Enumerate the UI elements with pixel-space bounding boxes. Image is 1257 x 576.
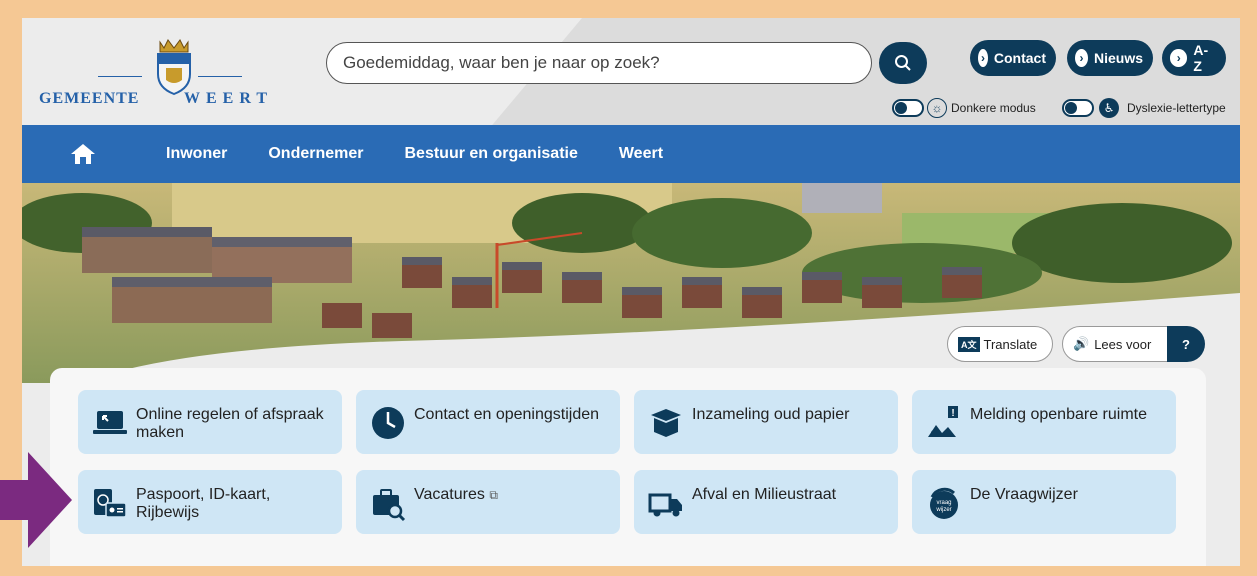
tile-label: Melding openbare ruimte xyxy=(970,406,1147,423)
tile-label: Online regelen of afspraak maken xyxy=(136,406,324,441)
translate-icon: A文 xyxy=(958,336,980,352)
logo-text-weert: WEERT xyxy=(184,90,274,107)
chevron-right-icon: › xyxy=(978,49,988,67)
tile-label: Afval en Milieustraat xyxy=(692,486,837,503)
nav-item-ondernemer[interactable]: Ondernemer xyxy=(268,145,363,163)
nav-item-bestuur[interactable]: Bestuur en organisatie xyxy=(404,145,577,163)
tile-melding[interactable]: ! Melding openbare ruimte xyxy=(912,390,1176,454)
a-z-label: A-Z xyxy=(1193,42,1209,74)
dyslexia-label: Dyslexie-lettertype xyxy=(1127,101,1226,115)
dark-mode-toggle[interactable] xyxy=(892,99,924,117)
coat-of-arms-icon xyxy=(157,39,191,96)
search-input[interactable]: Goedemiddag, waar ben je naar op zoek? xyxy=(326,42,872,84)
a-z-button[interactable]: › A-Z xyxy=(1162,40,1226,76)
home-icon[interactable] xyxy=(70,142,96,166)
svg-text:vraag: vraag xyxy=(936,500,951,506)
tile-paspoort[interactable]: Paspoort, ID-kaart, Rijbewijs xyxy=(78,470,342,534)
svg-text:!: ! xyxy=(951,408,954,419)
nav-item-weert[interactable]: Weert xyxy=(619,145,663,163)
main-navigation: Inwoner Ondernemer Bestuur en organisati… xyxy=(22,125,1240,183)
news-button[interactable]: › Nieuws xyxy=(1067,40,1153,76)
tile-label: Paspoort, ID-kaart, Rijbewijs xyxy=(136,486,271,521)
dark-mode-label: Donkere modus xyxy=(951,101,1036,115)
read-aloud-help-button[interactable]: ? xyxy=(1167,326,1205,362)
tile-label-text: Vacatures xyxy=(414,486,485,503)
read-aloud-button[interactable]: 🔊 Lees voor xyxy=(1062,326,1172,362)
logo-line-right xyxy=(198,76,242,77)
tile-label: Inzameling oud papier xyxy=(692,406,850,423)
chevron-right-icon: › xyxy=(1170,49,1188,67)
box-icon xyxy=(651,409,681,437)
arrow-pointer-icon xyxy=(0,452,72,548)
dyslexia-toggle-row: ♿ Dyslexie-lettertype xyxy=(1062,98,1226,118)
passport-icon xyxy=(94,489,127,518)
read-aloud-label: Lees voor xyxy=(1094,336,1152,352)
tile-label: Vacatures ⧉ xyxy=(414,486,498,504)
translate-label: Translate xyxy=(983,336,1038,352)
chevron-right-icon: › xyxy=(1075,49,1088,67)
tile-afval[interactable]: Afval en Milieustraat xyxy=(634,470,898,534)
laptop-icon xyxy=(93,411,127,434)
hero-aerial-image xyxy=(22,183,1240,383)
logo-line-left xyxy=(98,76,142,77)
contact-label: Contact xyxy=(993,50,1046,66)
vraagwijzer-icon: vraag wijzer xyxy=(930,487,958,519)
gemeente-weert-logo[interactable]: GEMEENTE WEERT xyxy=(36,38,286,108)
tile-label: Contact en openingstijden xyxy=(414,406,600,423)
briefcase-search-icon xyxy=(373,489,406,522)
report-icon: ! xyxy=(928,406,958,437)
logo-text-gemeente: GEMEENTE xyxy=(39,90,140,107)
search-icon xyxy=(895,55,911,71)
page-frame: GEMEENTE WEERT Goedemiddag, waar ben je … xyxy=(22,18,1240,566)
search-button[interactable] xyxy=(879,42,927,84)
sun-icon: ☼ xyxy=(927,98,947,118)
speaker-icon: 🔊 xyxy=(1073,336,1090,351)
tile-oud-papier[interactable]: Inzameling oud papier xyxy=(634,390,898,454)
nav-item-inwoner[interactable]: Inwoner xyxy=(166,145,227,163)
accessibility-icon: ♿ xyxy=(1099,98,1119,118)
dyslexia-toggle[interactable] xyxy=(1062,99,1094,117)
contact-button[interactable]: › Contact xyxy=(970,40,1056,76)
dark-mode-toggle-row: ☼ Donkere modus xyxy=(892,98,1036,118)
truck-icon xyxy=(648,493,682,517)
svg-text:wijzer: wijzer xyxy=(935,507,951,513)
tile-label: De Vraagwijzer xyxy=(970,486,1078,503)
tile-vacatures[interactable]: Vacatures ⧉ xyxy=(356,470,620,534)
clock-icon xyxy=(372,407,404,439)
translate-button[interactable]: A文 Translate xyxy=(947,326,1053,362)
search-placeholder: Goedemiddag, waar ben je naar op zoek? xyxy=(343,53,660,72)
tile-online-regelen[interactable]: Online regelen of afspraak maken xyxy=(78,390,342,454)
tile-contact[interactable]: Contact en openingstijden xyxy=(356,390,620,454)
external-link-icon: ⧉ xyxy=(489,488,498,502)
tile-vraagwijzer[interactable]: vraag wijzer De Vraagwijzer xyxy=(912,470,1176,534)
news-label: Nieuws xyxy=(1093,50,1143,66)
